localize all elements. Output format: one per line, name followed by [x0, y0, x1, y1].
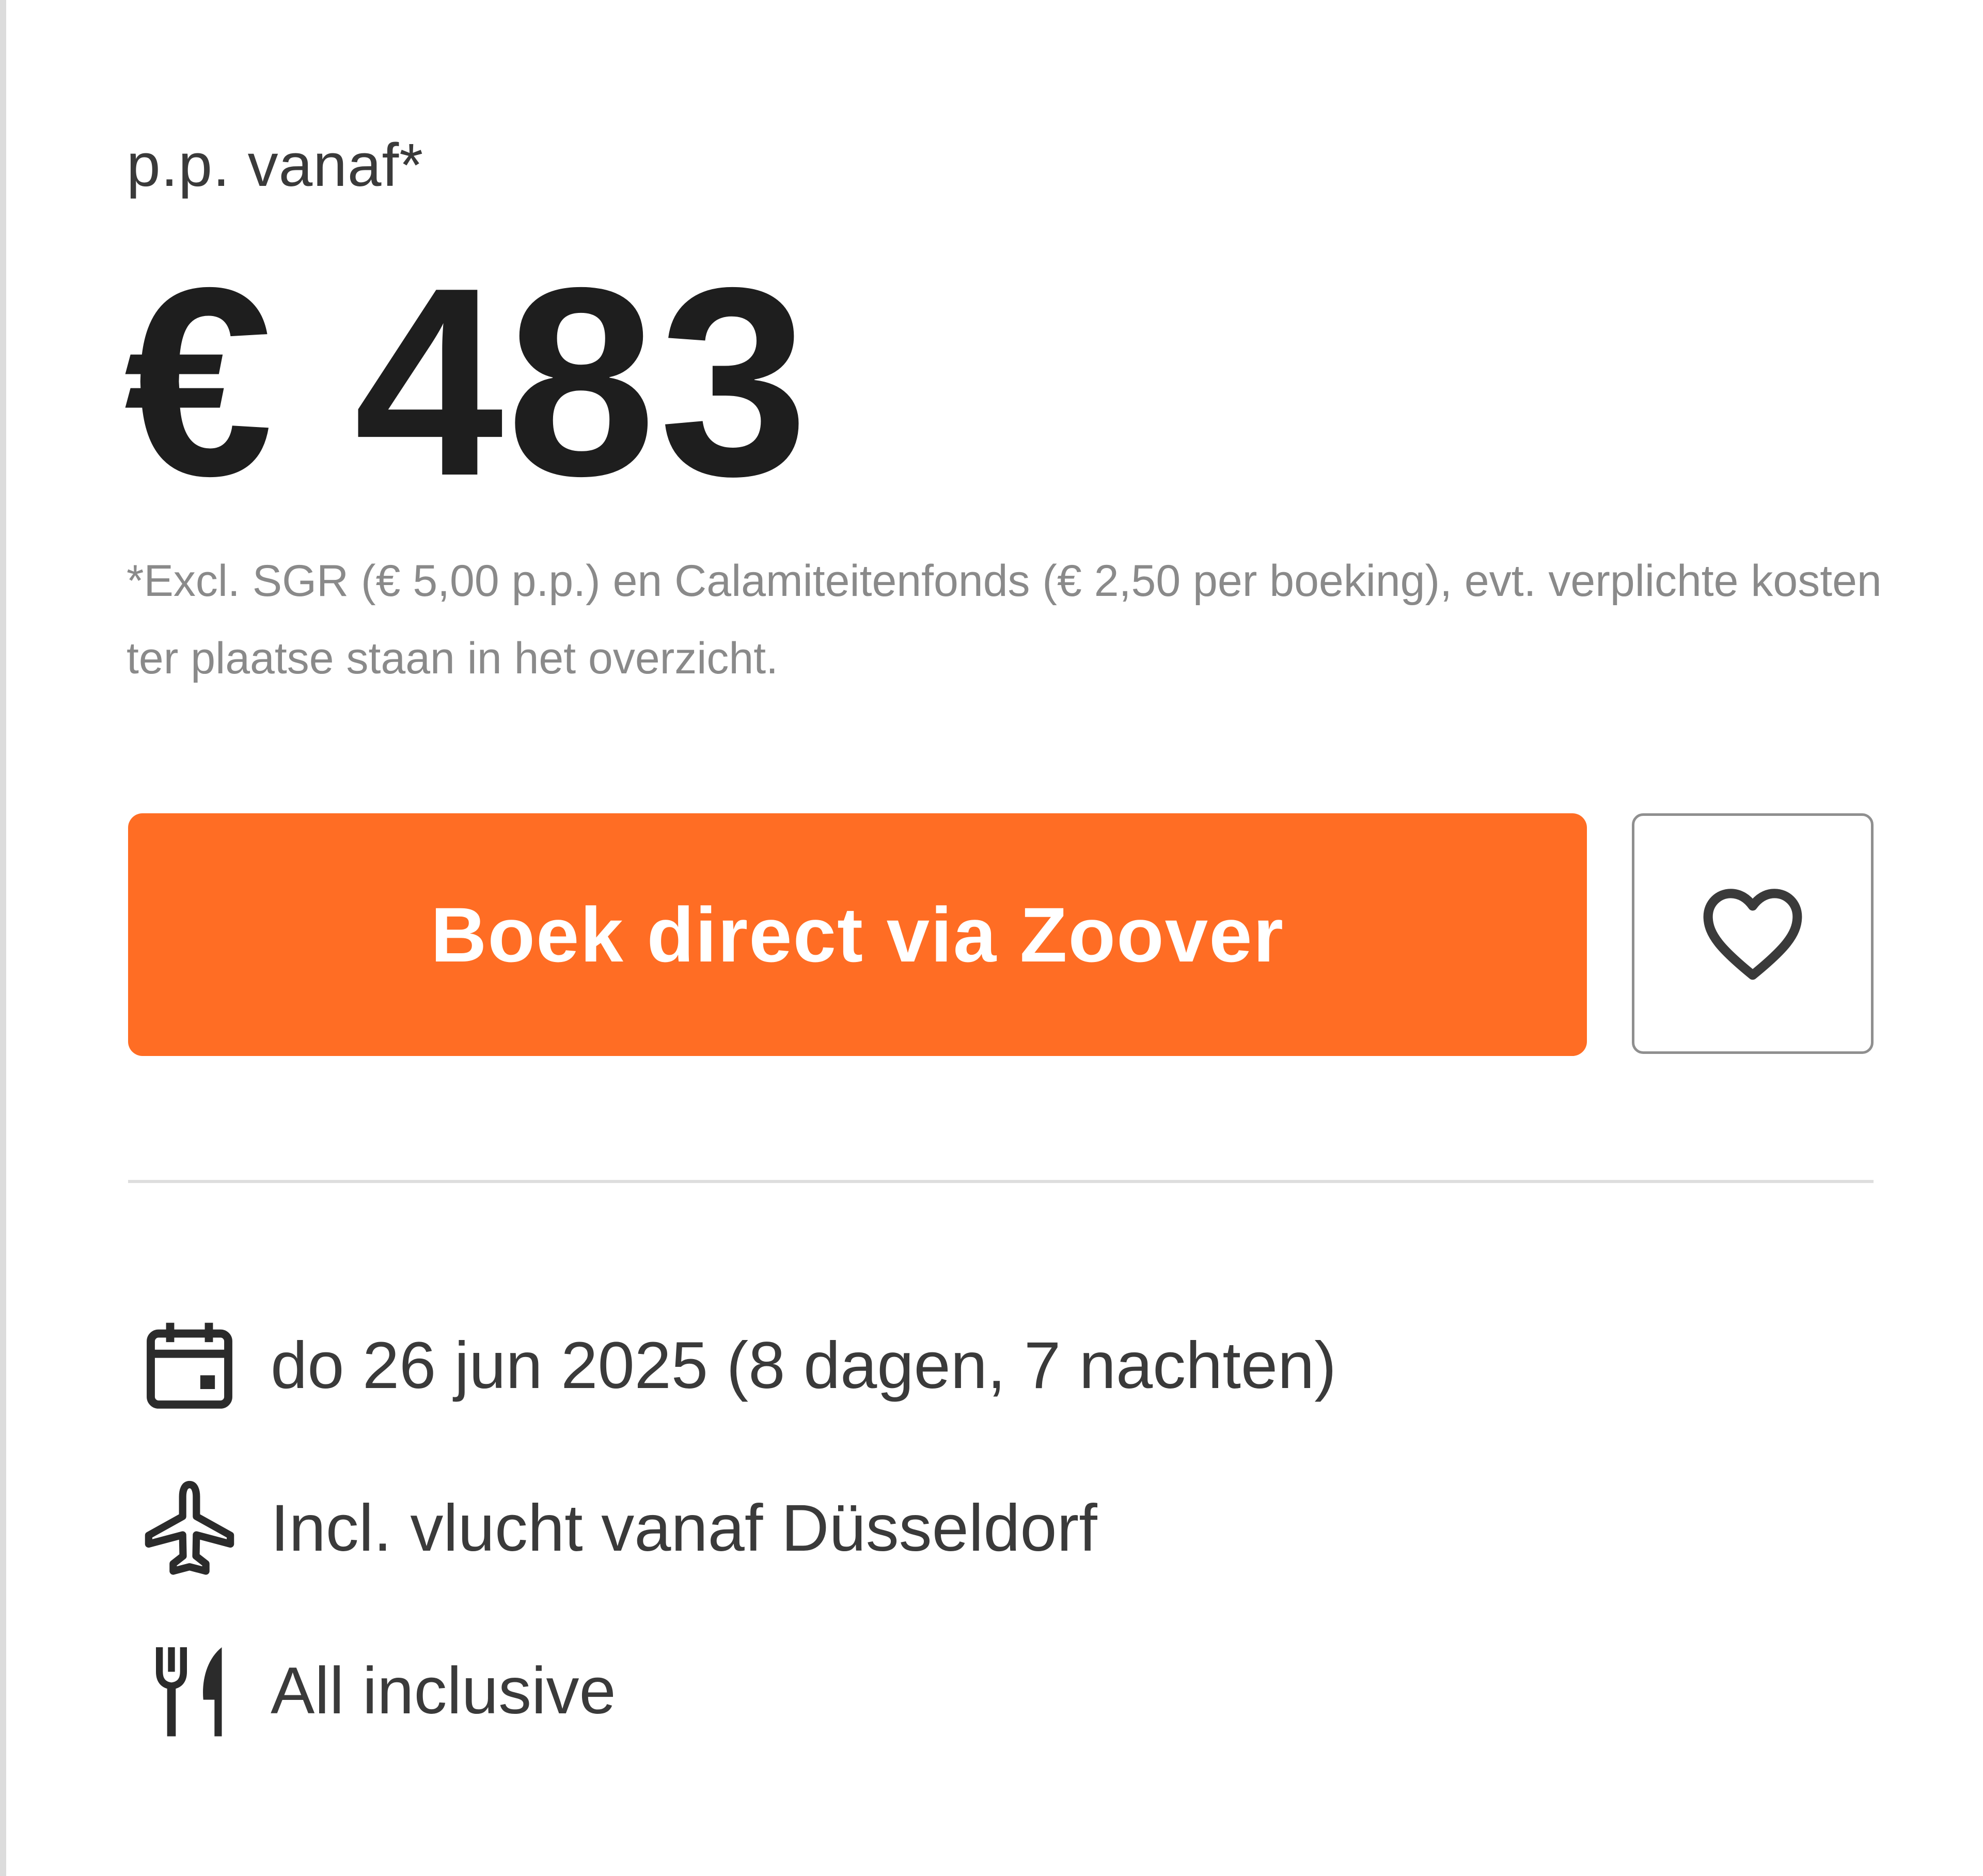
heart-icon — [1703, 889, 1802, 980]
flight-text: Incl. vlucht vanaf Düsseldorf — [271, 1491, 1097, 1565]
travel-date-text: do 26 jun 2025 (8 dagen, 7 nachten) — [271, 1329, 1336, 1402]
calendar-icon — [135, 1312, 244, 1420]
airplane-icon — [135, 1474, 244, 1583]
book-direct-label: Boek direct via Zoover — [431, 891, 1284, 978]
travel-date-row: do 26 jun 2025 (8 dagen, 7 nachten) — [135, 1312, 1336, 1420]
flight-row: Incl. vlucht vanaf Düsseldorf — [135, 1474, 1097, 1583]
card-left-border — [0, 0, 6, 1876]
section-divider — [128, 1180, 1874, 1183]
book-direct-button[interactable]: Boek direct via Zoover — [128, 813, 1587, 1056]
board-type-row: All inclusive — [135, 1637, 616, 1745]
cutlery-icon — [135, 1637, 244, 1745]
price-disclaimer: *Excl. SGR (€ 5,00 p.p.) en Calamiteiten… — [127, 556, 1882, 683]
board-type-text: All inclusive — [271, 1654, 616, 1728]
price-value: € 483 — [124, 232, 812, 532]
price-card: p.p. vanaf* € 483 *Excl. SGR (€ 5,00 p.p… — [0, 0, 1983, 1876]
favorite-button[interactable] — [1632, 813, 1874, 1054]
price-label: p.p. vanaf* — [127, 131, 424, 199]
